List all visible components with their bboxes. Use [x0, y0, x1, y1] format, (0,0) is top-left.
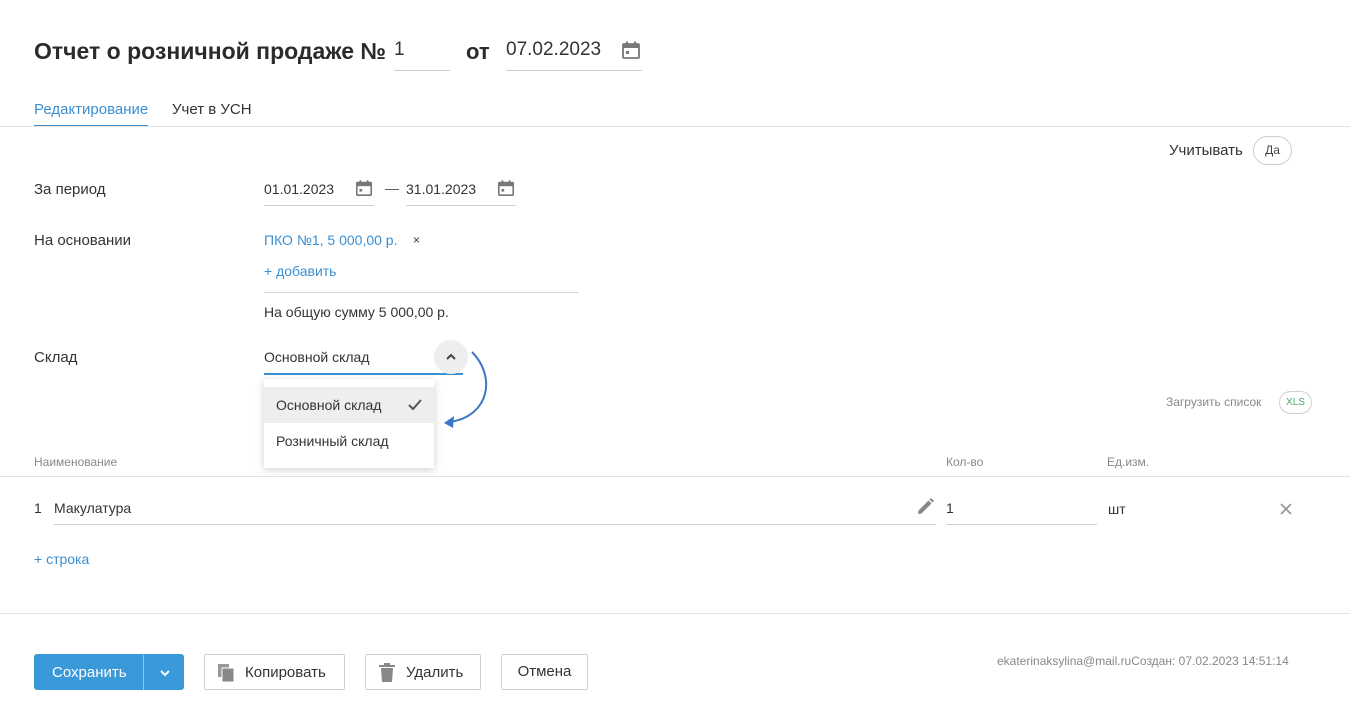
row-qty-input[interactable]: 1	[946, 490, 1097, 525]
pencil-icon[interactable]	[915, 497, 935, 517]
column-qty-header: Кол-во	[946, 455, 984, 469]
calendar-icon[interactable]	[621, 40, 641, 65]
row-unit-select[interactable]: шт	[1108, 501, 1126, 517]
add-basis-link[interactable]: + добавить	[264, 263, 336, 279]
period-to-value: 31.01.2023	[406, 181, 477, 197]
row-name-input[interactable]: Макулатура	[54, 490, 936, 525]
save-label: Сохранить	[52, 664, 127, 681]
warehouse-dropdown: Основной склад Розничный склад	[264, 379, 434, 468]
trash-icon	[379, 663, 395, 682]
account-toggle[interactable]: Да	[1253, 136, 1292, 165]
created-info: ekaterinaksylina@mail.ruСоздан: 07.02.20…	[997, 654, 1289, 668]
arrow-annotation	[444, 351, 488, 428]
check-icon	[408, 399, 422, 411]
from-label: от	[466, 39, 490, 64]
tabs-divider	[0, 126, 1350, 127]
save-button[interactable]: Сохранить	[34, 654, 185, 691]
dropdown-option-retail[interactable]: Розничный склад	[264, 423, 434, 459]
basis-document-link[interactable]: ПКО №1, 5 000,00 р.	[264, 232, 398, 248]
xls-upload-button[interactable]: XLS	[1279, 391, 1312, 414]
load-list-label: Загрузить список	[1166, 395, 1262, 409]
close-icon[interactable]	[1278, 501, 1294, 517]
warehouse-label: Склад	[34, 349, 78, 366]
save-dropdown-button[interactable]	[144, 655, 185, 691]
column-unit-header: Ед.изм.	[1107, 455, 1150, 469]
period-label: За период	[34, 181, 106, 198]
period-to-input[interactable]: 31.01.2023	[406, 178, 516, 206]
document-date-value: 07.02.2023	[506, 39, 602, 60]
dropdown-option-main[interactable]: Основной склад	[264, 387, 434, 423]
period-from-value: 01.01.2023	[264, 181, 335, 197]
delete-label: Удалить	[406, 664, 464, 681]
document-number-input[interactable]: 1	[394, 36, 450, 71]
dropdown-option-label: Основной склад	[276, 397, 382, 413]
copy-icon	[218, 664, 235, 683]
copy-button[interactable]: Копировать	[204, 654, 345, 690]
dropdown-option-label: Розничный склад	[276, 433, 389, 449]
basis-label: На основании	[34, 232, 131, 249]
period-from-input[interactable]: 01.01.2023	[264, 178, 374, 206]
tab-usn[interactable]: Учет в УСН	[172, 101, 252, 127]
chevron-down-icon	[160, 670, 170, 677]
footer-divider	[0, 613, 1350, 614]
table-header-divider	[0, 476, 1350, 477]
calendar-icon[interactable]	[355, 179, 373, 200]
row-name-value: Макулатура	[54, 500, 132, 516]
delete-button[interactable]: Удалить	[365, 654, 481, 690]
basis-total: На общую сумму 5 000,00 р.	[264, 304, 449, 320]
close-icon[interactable]: ×	[413, 233, 420, 247]
page-title: Отчет о розничной продаже №	[34, 38, 387, 64]
add-row-link[interactable]: + строка	[34, 551, 89, 567]
account-label: Учитывать	[1169, 142, 1243, 159]
cancel-button[interactable]: Отмена	[501, 654, 588, 690]
copy-label: Копировать	[245, 664, 326, 681]
period-separator: —	[385, 180, 399, 196]
calendar-icon[interactable]	[497, 179, 515, 200]
tab-editing[interactable]: Редактирование	[34, 101, 149, 127]
column-name-header: Наименование	[34, 455, 118, 469]
basis-divider	[264, 292, 579, 293]
row-index: 1	[34, 500, 42, 516]
